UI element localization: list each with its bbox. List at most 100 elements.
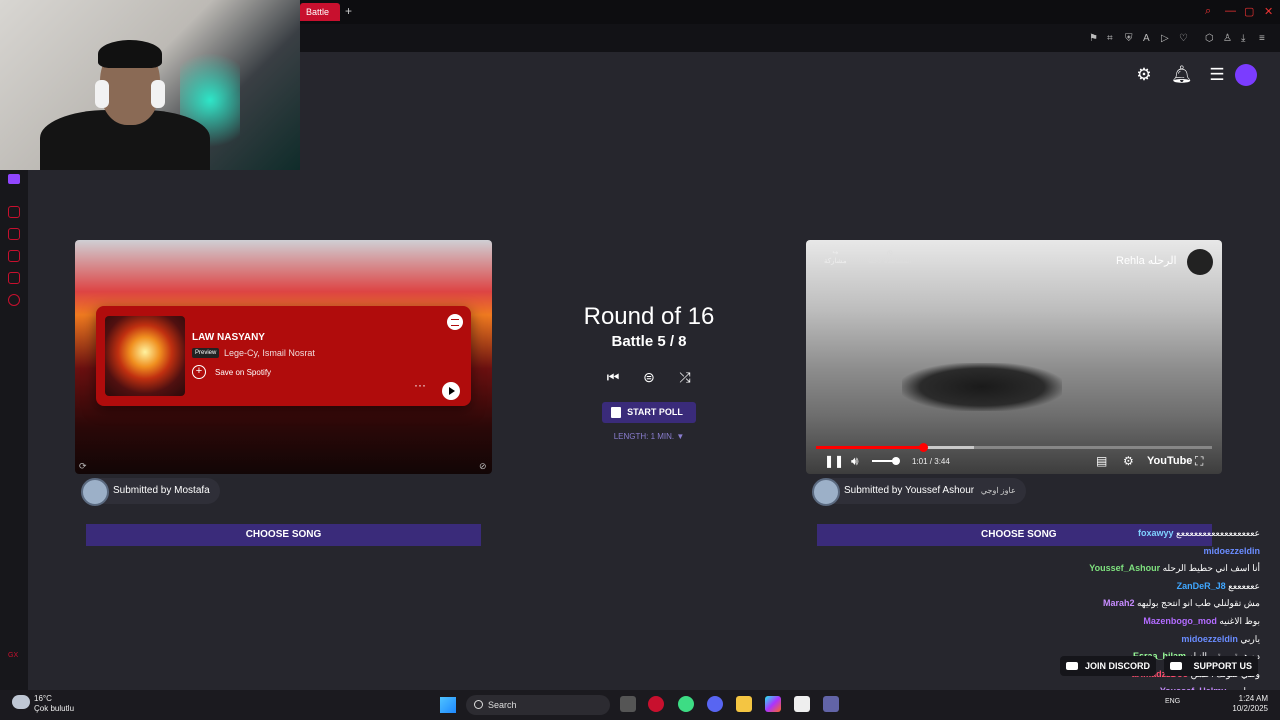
fullscreen-icon[interactable]: ⛶ — [1195, 454, 1203, 469]
temperature: 16°C — [34, 694, 52, 703]
shield-icon[interactable]: ⛨ — [1125, 33, 1133, 44]
chat-username[interactable]: ZanDeR_J8 — [1177, 581, 1229, 591]
support-us-button[interactable]: SUPPORT US — [1164, 656, 1258, 676]
crop-icon[interactable]: ⌗ — [1107, 33, 1113, 44]
chat-username[interactable]: midoezzeldin — [1203, 546, 1260, 556]
rail-item-icon[interactable] — [8, 228, 20, 240]
spotify-embed[interactable]: LAW NASYANY Preview Lege-Cy, Ismail Nosr… — [96, 306, 471, 406]
discord-taskbar-icon[interactable] — [707, 696, 723, 712]
profile-icon[interactable]: ♙ — [1223, 33, 1232, 44]
chat-message: foxawyy ععععععععععععععععععع — [1138, 528, 1260, 539]
gx-label: GX — [8, 652, 19, 659]
play-button[interactable] — [442, 382, 460, 400]
bookmark-icon[interactable]: ⚑ — [1089, 33, 1098, 44]
chat-message: midoezzeldin ياربي — [1181, 634, 1260, 645]
refresh-icon[interactable]: ⟳ — [79, 461, 87, 472]
close-icon[interactable]: ✕ — [1264, 5, 1273, 18]
webcam-overlay — [0, 0, 300, 170]
clock-date: 10/2/2025 — [1232, 704, 1268, 713]
chat-username[interactable]: Youssef_Ashour — [1089, 563, 1162, 573]
task-view-icon[interactable] — [620, 696, 636, 712]
submitted-by-text: Submitted by Mostafa — [113, 485, 210, 496]
subtitles-icon[interactable]: ▤ — [1096, 454, 1107, 468]
watch-later-button[interactable]: ◷ المشاهدة لاحقًا — [868, 249, 911, 265]
maximize-icon[interactable]: ▢ — [1244, 5, 1254, 18]
shuffle-icon[interactable]: ⤮ — [676, 368, 694, 386]
poll-icon — [611, 407, 621, 418]
chat-username[interactable]: midoezzeldin — [1181, 634, 1240, 644]
clock[interactable]: 1:24 AM 10/2/2025 — [1228, 694, 1268, 714]
rail-item-icon[interactable] — [8, 272, 20, 284]
youtube-logo[interactable]: YouTube — [1147, 455, 1192, 467]
extensions-icon[interactable]: ⬡ — [1205, 33, 1214, 44]
previous-icon[interactable]: ⏮ — [604, 368, 622, 386]
chat-username[interactable]: foxawyy — [1138, 528, 1176, 538]
more-options-icon[interactable]: ··· — [414, 378, 426, 392]
minimize-icon[interactable]: — — [1225, 5, 1236, 17]
copilot-icon[interactable] — [765, 696, 781, 712]
bell-icon[interactable]: 🔔︎ — [1171, 66, 1193, 84]
video-title[interactable]: Rehla الرحله — [1116, 254, 1177, 267]
gear-icon[interactable]: ⚙ — [1135, 66, 1153, 84]
choose-song-left-button[interactable]: CHOOSE SONG — [86, 524, 481, 546]
cloud-icon[interactable] — [12, 695, 30, 709]
pause-icon[interactable]: ❚❚ — [824, 454, 844, 468]
tab-battle[interactable]: Battle — [300, 3, 340, 21]
cast-icon[interactable]: ▷ — [1161, 33, 1169, 44]
volume-icon[interactable]: 🔊︎ — [851, 454, 859, 469]
file-explorer-icon[interactable] — [736, 696, 752, 712]
menu-icon[interactable]: ≡ — [1259, 33, 1265, 44]
youtube-player[interactable]: ↪ مشاركة ◷ المشاهدة لاحقًا Rehla الرحله ❚❚… — [806, 240, 1222, 474]
app-icon[interactable] — [678, 696, 694, 712]
settings-icon[interactable] — [8, 294, 20, 306]
settings-gear-icon[interactable]: ⚙ — [1123, 454, 1134, 468]
coin-icon[interactable]: ⊜ — [640, 368, 658, 386]
scrubber-handle[interactable] — [918, 443, 928, 452]
start-poll-label: START POLL — [627, 407, 683, 417]
language-indicator[interactable]: ENG — [1165, 698, 1180, 705]
windows-taskbar: 16°C Çok bulutlu Search ENG 1:24 AM 10/2… — [0, 690, 1280, 720]
support-us-label: SUPPORT US — [1193, 661, 1252, 671]
track-artists[interactable]: Lege-Cy, Ismail Nosrat — [224, 348, 315, 358]
new-tab-button[interactable]: + — [345, 4, 352, 18]
teams-icon[interactable] — [823, 696, 839, 712]
windows-start-icon[interactable] — [440, 697, 456, 713]
video-time: 1:01 / 3:44 — [912, 457, 950, 466]
round-title: Round of 16 — [583, 303, 715, 330]
sidebar-rail — [0, 170, 28, 690]
chat-text: أنا اسف اني حطيط الرحله — [1162, 563, 1260, 574]
chat-username[interactable]: Mazenbogo_mod — [1143, 616, 1219, 626]
save-on-spotify[interactable]: Save on Spotify — [215, 368, 271, 377]
store-icon[interactable] — [794, 696, 810, 712]
chat-text: ععععععععععععععععععع — [1176, 528, 1260, 538]
opera-gx-icon[interactable] — [648, 696, 664, 712]
share-button[interactable]: ↪ مشاركة — [824, 249, 847, 265]
volume-slider[interactable] — [872, 457, 900, 465]
rail-item-icon[interactable] — [8, 250, 20, 262]
rail-item-icon[interactable] — [8, 206, 20, 218]
join-discord-button[interactable]: JOIN DISCORD — [1060, 656, 1156, 676]
user-icon[interactable] — [1235, 64, 1257, 86]
spotify-logo-icon[interactable] — [447, 314, 463, 330]
search-icon[interactable]: ⌕ — [1205, 5, 1211, 18]
battle-label: Battle 5 / 8 — [611, 333, 687, 350]
channel-avatar[interactable] — [1187, 249, 1213, 275]
taskbar-search[interactable]: Search — [466, 695, 610, 715]
plus-circle-icon[interactable]: + — [192, 365, 206, 379]
headphone-right — [151, 80, 165, 108]
heart-icon[interactable]: ♡ — [1179, 33, 1188, 44]
hide-icon[interactable]: ⊘ — [479, 461, 487, 472]
download-icon[interactable]: ⤓ — [1241, 33, 1245, 44]
album-cover — [105, 316, 185, 396]
twitch-icon[interactable] — [8, 174, 20, 184]
chat-username[interactable]: Marah2 — [1103, 598, 1137, 608]
share-label: مشاركة — [824, 258, 847, 265]
weather-widget[interactable]: 16°C Çok bulutlu — [34, 694, 74, 714]
track-title[interactable]: LAW NASYANY — [192, 332, 265, 343]
hamburger-icon[interactable]: ☰ — [1208, 66, 1226, 84]
translate-icon[interactable]: A — [1143, 33, 1150, 44]
length-dropdown[interactable]: LENGTH: 1 MIN. ▼ — [598, 432, 700, 441]
video-progress-bar[interactable] — [816, 443, 1212, 452]
start-poll-button[interactable]: START POLL — [602, 402, 696, 423]
headphone-left — [95, 80, 109, 108]
